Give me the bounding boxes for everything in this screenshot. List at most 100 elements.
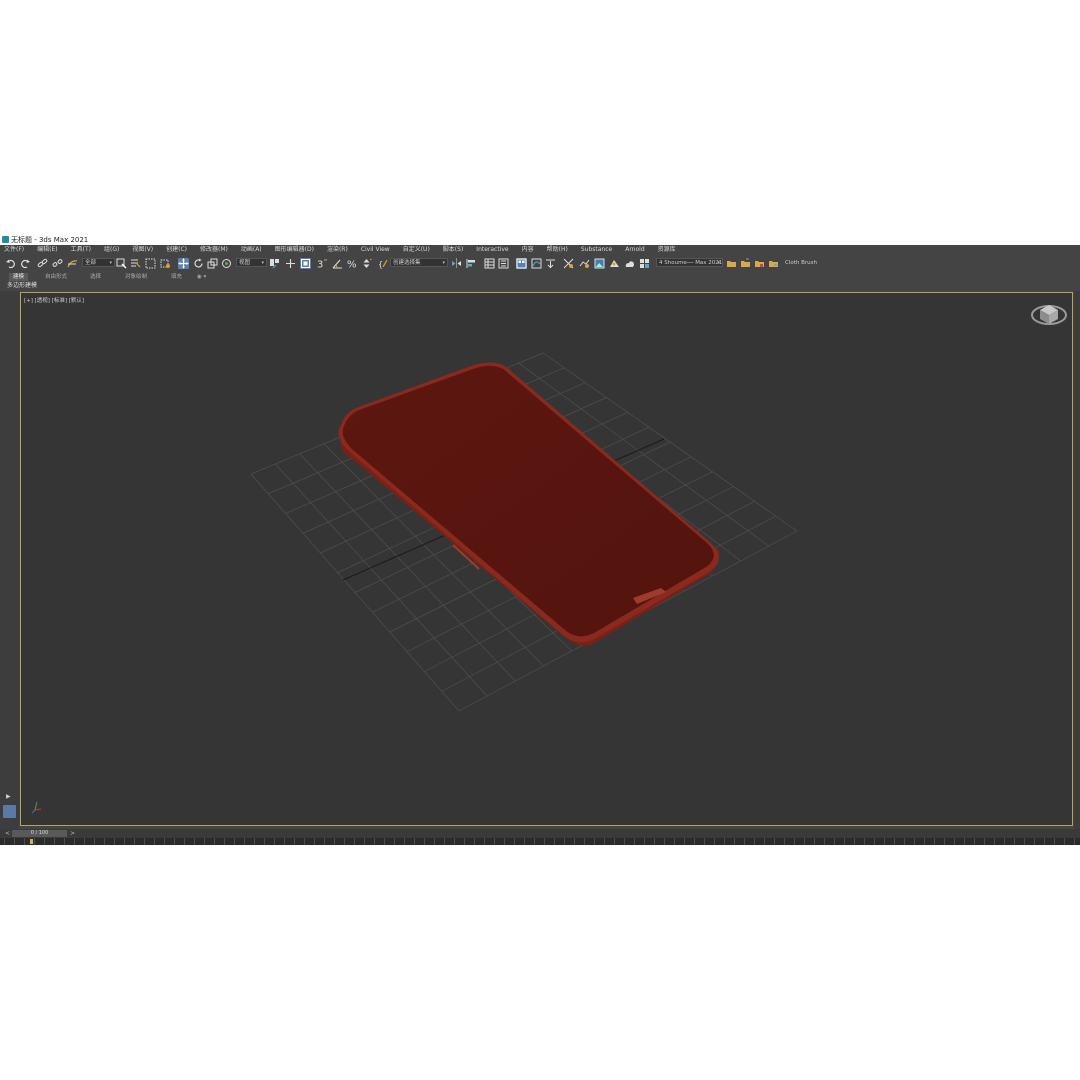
reference-coordinate-value: 视图 — [239, 260, 251, 266]
tab-populate[interactable]: 填充 — [167, 273, 186, 281]
render-in-cloud-icon[interactable] — [624, 258, 635, 269]
command-panel-edge — [1074, 291, 1080, 829]
angle-snap-icon[interactable] — [332, 258, 343, 269]
tab-modeling[interactable]: 建模 — [9, 273, 29, 281]
toggle-scene-explorer-icon[interactable] — [484, 258, 495, 269]
next-frame-icon[interactable]: > — [70, 829, 75, 838]
spinner-snap-icon[interactable] — [361, 258, 372, 269]
cloth-brush-label[interactable]: Cloth Brush — [785, 258, 817, 269]
link-icon[interactable] — [37, 258, 48, 269]
project-folder-icon[interactable] — [726, 258, 737, 269]
chevron-down-icon: ▾ — [109, 260, 112, 266]
menu-asset-library[interactable]: 资源库 — [658, 245, 676, 255]
redo-icon[interactable] — [20, 258, 31, 269]
tab-selection[interactable]: 选择 — [86, 273, 105, 281]
track-bar[interactable] — [0, 838, 1080, 845]
axis-tripod-icon — [31, 801, 42, 814]
open-folder-icon[interactable] — [740, 258, 751, 269]
select-object-icon[interactable] — [116, 258, 127, 269]
reference-coordinate-dropdown[interactable]: 视图 ▾ — [236, 258, 267, 267]
menu-interactive[interactable]: Interactive — [476, 245, 508, 255]
menu-file[interactable]: 文件(F) — [4, 245, 24, 255]
tab-freeform[interactable]: 自由形式 — [41, 273, 71, 281]
polygon-modeling-label[interactable]: 多边形建模 — [7, 281, 37, 290]
ribbon-tabs: 建模 自由形式 选择 对象绘制 填充 ◉ ▾ — [0, 272, 1080, 281]
render-production-icon[interactable] — [609, 258, 620, 269]
menu-arnold[interactable]: Arnold — [625, 245, 644, 255]
menu-graph-editors[interactable]: 图形编辑器(D) — [275, 245, 314, 255]
viewport-layout-button[interactable] — [3, 805, 16, 818]
previous-frame-icon[interactable]: < — [5, 829, 10, 838]
app-logo-icon — [2, 236, 9, 243]
main-toolbar: 全部 ▾ 视图 ▾ 3 % { 创建选择集 ▾ 4 Shoume── Max 2021… — [0, 255, 1080, 273]
selection-filter-value: 全部 — [85, 260, 97, 266]
toggle-layer-explorer-icon[interactable] — [498, 258, 509, 269]
menu-substance[interactable]: Substance — [581, 245, 612, 255]
menu-group[interactable]: 组(G) — [104, 245, 119, 255]
workspace-dropdown[interactable]: 4 Shoume── Max 2021 ▾ — [656, 258, 723, 267]
use-pivot-center-icon[interactable] — [269, 258, 280, 269]
render-setup-icon[interactable] — [579, 258, 590, 269]
menu-animation[interactable]: 动画(A) — [241, 245, 262, 255]
menu-modifiers[interactable]: 修改器(M) — [200, 245, 228, 255]
perspective-viewport[interactable]: [+] [透视] [标准] [默认] — [20, 292, 1073, 826]
svg-text:{: { — [378, 260, 383, 269]
select-and-place-icon[interactable] — [221, 258, 232, 269]
rendered-frame-window-icon[interactable] — [594, 258, 605, 269]
percent-snap-icon[interactable]: % — [347, 258, 358, 270]
unlink-icon[interactable] — [52, 258, 63, 269]
bind-space-warp-icon[interactable] — [67, 258, 78, 269]
menu-help[interactable]: 帮助(H) — [547, 245, 568, 255]
select-and-rotate-icon[interactable] — [193, 258, 204, 269]
select-by-name-icon[interactable] — [130, 258, 141, 269]
named-selection-set-value: 创建选择集 — [393, 260, 421, 266]
toggle-ribbon-icon[interactable] — [516, 258, 527, 269]
edit-named-selection-icon[interactable]: { — [378, 258, 389, 269]
named-selection-set-dropdown[interactable]: 创建选择集 ▾ — [390, 258, 448, 267]
tab-object-paint[interactable]: 对象绘制 — [121, 273, 151, 281]
schematic-view-icon[interactable] — [545, 258, 556, 269]
material-editor-icon[interactable] — [563, 258, 574, 269]
viewcube-icon[interactable] — [1029, 299, 1069, 329]
menu-create[interactable]: 创建(C) — [166, 245, 187, 255]
title-bar: 无标题 - 3ds Max 2021 — [0, 235, 1080, 245]
snaps-toggle-icon[interactable]: 3 — [317, 258, 328, 269]
time-slider-handle[interactable] — [30, 839, 33, 844]
rectangular-selection-icon[interactable] — [145, 258, 156, 269]
menu-views[interactable]: 视图(V) — [132, 245, 153, 255]
chevron-down-icon: ▾ — [442, 260, 445, 266]
svg-text:%: % — [347, 260, 357, 270]
menu-bar: 文件(F) 编辑(E) 工具(T) 组(G) 视图(V) 创建(C) 修改器(M… — [0, 245, 1080, 255]
app-window: 无标题 - 3ds Max 2021 文件(F) 编辑(E) 工具(T) 组(G… — [0, 235, 1080, 845]
menu-content[interactable]: 内容 — [522, 245, 534, 255]
menu-rendering[interactable]: 渲染(R) — [327, 245, 348, 255]
chevron-down-icon: ▾ — [261, 260, 264, 266]
open-autodesk-a360-gallery-icon[interactable] — [639, 258, 650, 269]
selection-filter-dropdown[interactable]: 全部 ▾ — [82, 258, 115, 267]
folder-settings-icon[interactable] — [768, 258, 779, 269]
keyboard-shortcut-override-icon[interactable] — [300, 258, 311, 269]
workspace-value: 4 Shoume── Max 2021 — [659, 260, 723, 266]
menu-edit[interactable]: 编辑(E) — [37, 245, 57, 255]
track-bar-ticks — [4, 838, 1080, 845]
save-folder-icon[interactable] — [754, 258, 765, 269]
align-icon[interactable] — [466, 258, 477, 269]
menu-scripting[interactable]: 脚本(S) — [443, 245, 464, 255]
expand-arrow-icon[interactable]: ▶ — [6, 793, 11, 800]
menu-customize[interactable]: 自定义(U) — [403, 245, 430, 255]
curve-editor-icon[interactable] — [531, 258, 542, 269]
undo-icon[interactable] — [5, 258, 16, 269]
ribbon-options-icon[interactable]: ◉ ▾ — [193, 273, 210, 281]
menu-civil-view[interactable]: Civil View — [361, 245, 390, 255]
chevron-down-icon: ▾ — [717, 260, 720, 266]
select-and-move-icon[interactable] — [178, 258, 189, 269]
window-crossing-icon[interactable] — [160, 258, 171, 269]
menu-tools[interactable]: 工具(T) — [71, 245, 91, 255]
svg-text:3: 3 — [317, 260, 323, 270]
select-and-scale-icon[interactable] — [207, 258, 218, 269]
scene-canvas — [250, 352, 798, 712]
manipulate-icon[interactable] — [285, 258, 296, 269]
mirror-icon[interactable] — [451, 258, 462, 269]
frame-counter[interactable]: 0 / 100 — [12, 830, 67, 837]
time-slider[interactable]: < 0 / 100 > — [0, 829, 1080, 838]
